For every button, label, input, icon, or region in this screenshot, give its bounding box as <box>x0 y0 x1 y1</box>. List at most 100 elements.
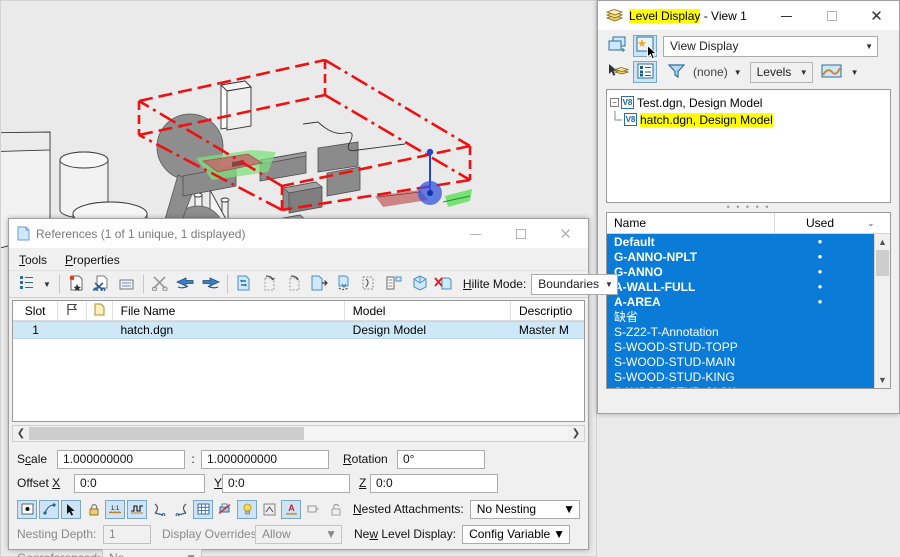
tree-row-root[interactable]: − V8 Test.dgn, Design Model <box>610 94 887 111</box>
level-row[interactable]: S-WOOD-STUD-MAIN <box>607 354 874 369</box>
clip-front-icon[interactable] <box>149 500 169 519</box>
nested-attachments-combo[interactable]: No Nesting ▼ <box>469 499 580 519</box>
references-menubar[interactable]: Tools Properties <box>9 249 588 271</box>
display-raster-icon[interactable] <box>193 499 213 519</box>
move-reference-button[interactable] <box>173 273 198 296</box>
georeferenced-combo[interactable]: No ▼ <box>102 548 202 557</box>
detach-reference-button[interactable] <box>89 273 114 296</box>
symbology-button[interactable] <box>820 61 844 83</box>
merge-reference-button[interactable] <box>332 273 357 296</box>
scale-reference-button[interactable] <box>282 273 307 296</box>
level-display-window[interactable]: Level Display - View 1 ✕ View Display ▼ … <box>597 0 900 414</box>
plot-as-3d-icon[interactable] <box>259 500 279 519</box>
close-button[interactable]: ✕ <box>854 1 899 31</box>
reference-tree[interactable]: − V8 Test.dgn, Design Model V8 hatch.dgn… <box>606 89 891 203</box>
pointer-icon[interactable] <box>61 499 81 519</box>
levels-list[interactable]: Name Used ⌄ Default • G-ANNO-NPLT • G-ANNO • A… <box>606 212 891 389</box>
tree-row-child[interactable]: V8 hatch.dgn, Design Model <box>610 111 887 128</box>
minimize-button[interactable] <box>453 219 498 249</box>
level-display-toolbar-top[interactable]: View Display ▼ <box>598 31 899 60</box>
column-header-name[interactable]: Name <box>607 213 775 234</box>
minimize-button[interactable] <box>764 1 809 31</box>
unlock-icon[interactable] <box>325 500 345 519</box>
true-scale-icon[interactable]: 1:1 <box>105 499 125 519</box>
view-clip-icon[interactable] <box>303 500 323 519</box>
table-row[interactable]: 1 hatch.dgn Design Model Master M <box>13 321 584 339</box>
display-overrides-combo[interactable]: Allow ▼ <box>255 524 342 544</box>
attachment-list-chevron-icon[interactable]: ▼ <box>39 280 55 289</box>
view-windows-button[interactable] <box>606 35 630 57</box>
lock-icon[interactable] <box>83 500 103 519</box>
pick-levels-button[interactable] <box>606 61 630 83</box>
scroll-right-icon[interactable]: ❯ <box>568 428 584 439</box>
scale-ref-input[interactable]: 1.000000000 <box>201 449 329 469</box>
menu-properties[interactable]: Properties <box>65 253 120 267</box>
rotation-input[interactable]: 0° <box>397 449 485 469</box>
rotate-reference-button[interactable] <box>257 273 282 296</box>
references-toggle-row[interactable]: 1:1 A Nested Attachments: No Nesting ▼ <box>9 496 588 520</box>
offset-x-input[interactable]: 0:0 <box>74 473 205 493</box>
column-header-page[interactable] <box>87 301 113 320</box>
column-header-model[interactable]: Model <box>345 301 511 320</box>
references-grid[interactable]: Slot File Name Model Descriptio 1 hatch.… <box>12 300 585 422</box>
annotation-scale-icon[interactable]: A <box>281 499 301 519</box>
delete-clip-button[interactable] <box>432 273 457 296</box>
collapse-icon[interactable]: − <box>610 98 619 107</box>
level-row[interactable]: S-WOOD-STUD-KING <box>607 369 874 384</box>
level-row[interactable]: G-ANNO • <box>607 264 874 279</box>
mirror-reference-button[interactable] <box>307 273 332 296</box>
hscroll-track[interactable] <box>29 427 568 440</box>
references-titlebar[interactable]: References (1 of 1 unique, 1 displayed) … <box>9 219 588 249</box>
maximize-button[interactable] <box>498 219 543 249</box>
column-header-description[interactable]: Descriptio <box>511 301 584 320</box>
use-lights-icon[interactable] <box>237 499 257 519</box>
references-toolbar[interactable]: ▼ Hilite Mode: Boundaries ▼ <box>9 271 618 298</box>
snap-icon[interactable] <box>17 499 37 519</box>
references-properties[interactable]: Scale 1.000000000 : 1.000000000 Rotation… <box>9 442 588 494</box>
level-row[interactable]: A-AREA • <box>607 294 874 309</box>
level-row[interactable]: G-ANNO-NPLT • <box>607 249 874 264</box>
levels-list-header[interactable]: Name Used ⌄ <box>607 213 890 234</box>
references-horizontal-scrollbar[interactable]: ❮ ❯ <box>12 425 585 442</box>
offset-z-input[interactable]: 0:0 <box>370 473 498 493</box>
no-print-icon[interactable] <box>215 500 235 519</box>
close-button[interactable]: ✕ <box>543 219 588 249</box>
symbology-chevron-icon[interactable]: ▼ <box>847 68 863 77</box>
hscroll-thumb[interactable] <box>29 427 304 440</box>
references-window[interactable]: References (1 of 1 unique, 1 displayed) … <box>8 218 618 557</box>
line-style-scale-icon[interactable] <box>127 499 147 519</box>
properties-reference-button[interactable] <box>382 273 407 296</box>
level-list-button[interactable] <box>633 61 657 83</box>
clip-back-icon[interactable] <box>171 500 191 519</box>
new-level-display-combo[interactable]: Config Variable ▼ <box>462 524 571 544</box>
levels-rows-container[interactable]: Default • G-ANNO-NPLT • G-ANNO • A-WALL-FULL • A… <box>607 234 874 388</box>
column-header-flag[interactable] <box>58 301 88 320</box>
exchange-reference-button[interactable] <box>232 273 257 296</box>
level-target-button[interactable] <box>633 35 658 60</box>
reload-reference-button[interactable] <box>114 273 139 296</box>
level-row[interactable]: S-WOOD-STUD-TOPP <box>607 339 874 354</box>
resize-grip[interactable]: • • • • • <box>598 203 899 212</box>
copy-reference-button[interactable] <box>198 273 223 296</box>
column-header-slot[interactable]: Slot <box>13 301 59 320</box>
offset-y-input[interactable]: 0:0 <box>222 473 350 493</box>
level-row[interactable]: A-WALL-FULL • <box>607 279 874 294</box>
chevron-down-icon[interactable]: ⌄ <box>865 213 885 234</box>
scale-master-input[interactable]: 1.000000000 <box>57 449 185 469</box>
attachment-list-button[interactable] <box>14 273 39 296</box>
level-row[interactable]: 缺省 <box>607 309 874 324</box>
references-grid-header[interactable]: Slot File Name Model Descriptio <box>13 301 584 321</box>
level-display-toolbar-bottom[interactable]: (none) ▼ Levels ▼ ▼ <box>598 59 899 87</box>
scrollbar-thumb[interactable] <box>876 250 889 276</box>
nesting-depth-input[interactable]: 1 <box>103 524 151 544</box>
cell-flag[interactable] <box>58 321 87 339</box>
filter-chevron-icon[interactable]: ▼ <box>730 68 746 77</box>
levels-vertical-scrollbar[interactable]: ▲ ▼ <box>874 234 890 388</box>
scroll-left-icon[interactable]: ❮ <box>13 428 29 439</box>
locate-icon[interactable] <box>39 499 59 519</box>
level-row[interactable]: Default • <box>607 234 874 249</box>
maximize-button[interactable] <box>809 1 854 31</box>
level-display-titlebar[interactable]: Level Display - View 1 ✕ <box>598 1 899 31</box>
clip-reference-button[interactable] <box>148 273 173 296</box>
cell-page[interactable] <box>87 321 112 339</box>
